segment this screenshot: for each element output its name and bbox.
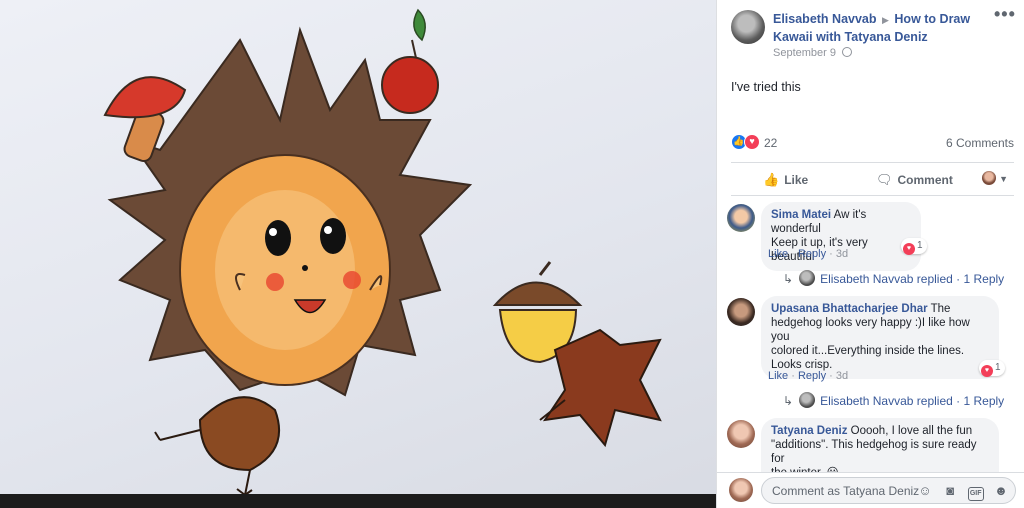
reaction-count[interactable]: 22 [764,136,777,150]
comment-composer: ☺ ◙ GIF ☻ [717,472,1024,508]
comment-reaction-count: 1 [917,240,923,251]
camera-icon[interactable]: ◙ [942,483,958,499]
commenter-avatar[interactable] [727,420,755,448]
post-header: Elisabeth Navvab ▶ How to Draw Kawaii wi… [731,5,1015,64]
more-options-icon[interactable]: ••• [994,5,1015,24]
comment-like-link[interactable]: Like [768,370,788,382]
hedgehog-drawing [103,8,662,496]
comment-reaction-badge[interactable]: ♥ 1 [979,360,1005,377]
commenter-avatar[interactable] [727,204,755,232]
comment-reaction-count: 1 [995,362,1001,373]
post-as-selector[interactable]: ▼ [982,171,1008,185]
commenter-avatar[interactable] [727,298,755,326]
photo-bottom-bar [0,494,716,508]
commenter-name[interactable]: Sima Matei [771,209,831,221]
post-text: I've tried this [731,80,801,94]
leaf-drawing-left [154,396,280,496]
post-date: September 9 [773,47,853,59]
hedgehog-left-eye [265,220,291,256]
comment-text: colored it...Everything inside the lines… [771,345,965,357]
comment-time[interactable]: 3d [836,370,848,382]
reactions-bar: 👍 ♥ 22 6 Comments [731,134,1014,152]
reply-count: 1 Reply [963,272,1005,286]
replier-avatar [799,392,816,408]
comment-input-box[interactable]: ☺ ◙ GIF ☻ [761,477,1016,504]
thumbs-up-icon: 👍 [763,172,780,187]
comment-text: hedgehog looks very happy :)I like how y… [771,317,970,343]
post-actions: 👍 Like 🗨 Comment ▼ [731,162,1014,196]
apple-drawing [381,8,439,114]
gif-icon[interactable]: GIF [967,487,984,501]
post-title: Elisabeth Navvab ▶ How to Draw Kawaii wi… [773,11,983,46]
love-reaction-icon[interactable]: ♥ [744,134,760,150]
heart-icon: ♥ [903,243,915,255]
comment-meta: Like · Reply · 3d [768,370,849,382]
replies-link[interactable]: ↳ Elisabeth Navvab replied · 1 Reply [783,392,1004,408]
replier-text: Elisabeth Navvab replied [820,272,953,286]
reply-arrow-icon: ↳ [783,394,794,408]
right-arrow-icon: ▶ [882,15,889,25]
comment-time[interactable]: 3d [836,248,848,260]
hedgehog-right-eye [320,218,346,254]
comment-like-link[interactable]: Like [768,248,788,260]
replies-link[interactable]: ↳ Elisabeth Navvab replied · 1 Reply [783,270,1004,286]
speech-bubble-icon: 🗨 [876,172,893,187]
comment-reaction-badge[interactable]: ♥ 1 [901,238,927,255]
emoji-icon[interactable]: ☺ [917,483,933,499]
comment-reply-link[interactable]: Reply [798,248,826,260]
reply-count: 1 Reply [963,394,1005,408]
composer-icons: ☺ ◙ GIF ☻ [911,483,1009,501]
globe-icon[interactable] [842,47,853,57]
post-date-link[interactable]: September 9 [773,47,836,59]
post-side-panel: Elisabeth Navvab ▶ How to Draw Kawaii wi… [716,0,1024,508]
sticker-icon[interactable]: ☻ [993,483,1009,499]
comment-button-label: Comment [897,173,953,187]
commenter-name[interactable]: Upasana Bhattacharjee Dhar [771,303,928,315]
comment-text: "additions". This hedgehog is sure ready… [771,439,977,465]
comment-input[interactable] [772,484,922,498]
comment-bubble: Upasana Bhattacharjee Dhar The hedgehog … [761,296,999,379]
commenter-name[interactable]: Tatyana Deniz [771,425,847,437]
like-button-label: Like [784,173,809,187]
comment-text: Ooooh, I love all the fun [847,425,973,437]
like-button[interactable]: 👍 Like [763,172,808,188]
viewer-avatar [982,171,997,185]
comment-bubble: Sima Matei Aw it's wonderful Keep it up,… [761,202,921,271]
replier-avatar [799,270,816,286]
comment-reply-link[interactable]: Reply [798,370,826,382]
comment-text: The [927,303,951,315]
author-name-link[interactable]: Elisabeth Navvab [773,12,877,26]
heart-icon: ♥ [981,365,993,377]
reply-arrow-icon: ↳ [783,272,794,286]
replier-text: Elisabeth Navvab replied [820,394,953,408]
comment-meta: Like · Reply · 3d [768,248,849,260]
post-photo[interactable] [0,0,716,508]
caret-down-icon: ▼ [999,174,1008,184]
composer-avatar [729,478,753,502]
comments-count-link[interactable]: 6 Comments [946,136,1014,150]
comment-button[interactable]: 🗨 Comment [876,172,953,188]
author-avatar[interactable] [731,10,765,44]
